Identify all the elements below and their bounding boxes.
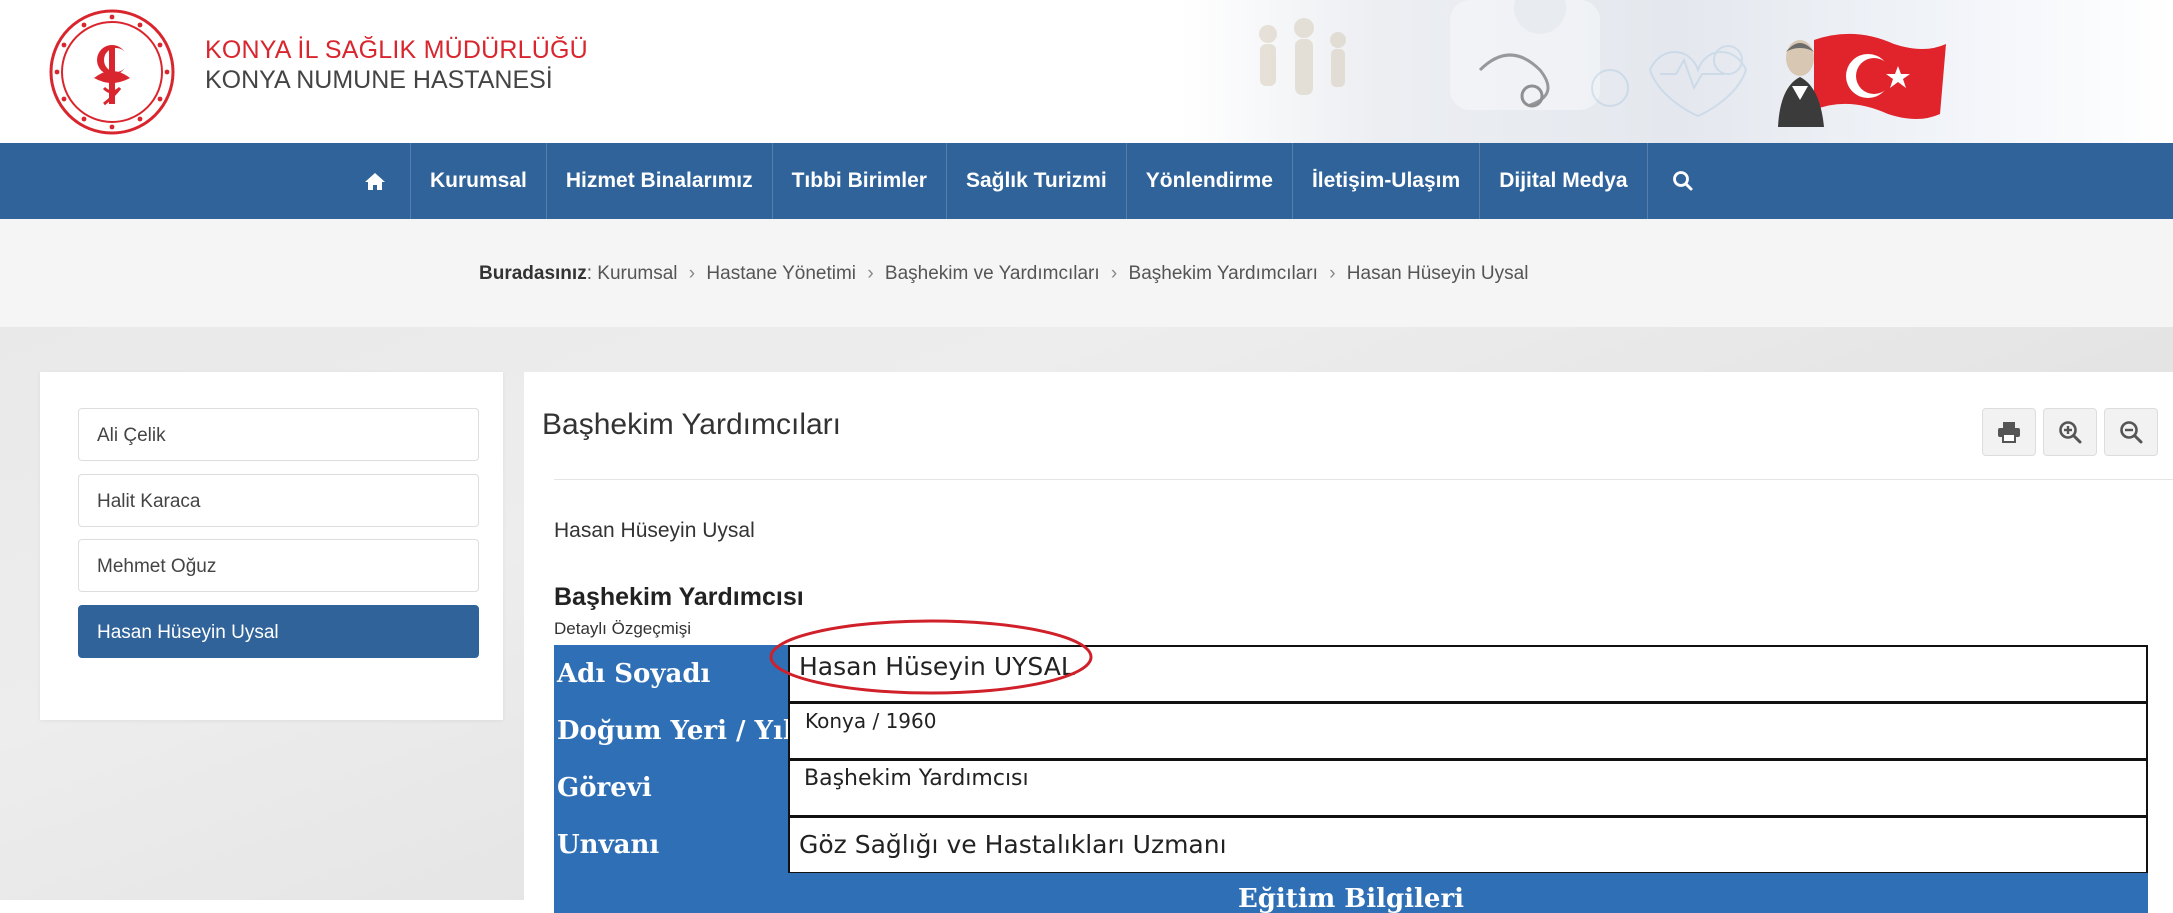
ministry-logo[interactable] (48, 8, 176, 136)
person-name: Hasan Hüseyin Uysal (554, 519, 755, 542)
header-banner-image (1180, 0, 2173, 143)
role-heading: Başhekim Yardımcısı (554, 583, 804, 611)
chevron-right-icon: › (688, 263, 696, 284)
print-button[interactable] (1982, 408, 2036, 456)
ataturk-flag-image (1778, 33, 1946, 127)
nav-item-iletisim-ulasim[interactable]: İletişim-Ulaşım (1293, 143, 1481, 219)
row-key-birth: Doğum Yeri / Yılı (554, 702, 788, 760)
table-row: Doğum Yeri / Yılı Konya / 1960 (554, 702, 2148, 760)
zoom-out-button[interactable] (2104, 408, 2158, 456)
zoom-out-icon (2120, 421, 2143, 444)
zoom-in-icon (2059, 421, 2082, 444)
nav-items: Kurumsal Hizmet Binalarımız Tıbbi Biriml… (340, 143, 1718, 219)
breadcrumb-item[interactable]: Kurumsal (597, 263, 677, 284)
banner-illustration (1259, 0, 1748, 118)
row-key-title: Unvanı (554, 816, 788, 874)
nav-item-saglik-turizmi[interactable]: Sağlık Turizmi (947, 143, 1127, 219)
row-value-birth: Konya / 1960 (788, 702, 2148, 760)
nav-item-yonlendirme[interactable]: Yönlendirme (1127, 143, 1293, 219)
org-name-secondary: KONYA NUMUNE HASTANESİ (205, 66, 553, 94)
sidebar-item-mehmet-oguz[interactable]: Mehmet Oğuz (78, 539, 479, 592)
org-name-primary: KONYA İL SAĞLIK MÜDÜRLÜĞÜ (205, 36, 588, 64)
main-nav: Kurumsal Hizmet Binalarımız Tıbbi Biriml… (0, 143, 2173, 219)
table-row: Unvanı Göz Sağlığı ve Hastalıkları Uzman… (554, 816, 2148, 874)
zoom-in-button[interactable] (2043, 408, 2097, 456)
chevron-right-icon: › (867, 263, 874, 284)
nav-search[interactable] (1648, 143, 1718, 219)
breadcrumb-item[interactable]: Başhekim ve Yardımcıları (885, 263, 1100, 284)
breadcrumb-item[interactable]: Hastane Yönetimi (706, 263, 856, 284)
print-icon (1998, 422, 2020, 443)
breadcrumb-item-current: Hasan Hüseyin Uysal (1346, 263, 1529, 284)
education-heading: Eğitim Bilgileri (554, 873, 2148, 913)
breadcrumb: Buradasınız: Kurumsal › Hastane Yönetimi… (479, 263, 1529, 284)
site-header: KONYA İL SAĞLIK MÜDÜRLÜĞÜ KONYA NUMUNE H… (0, 0, 2173, 143)
home-icon (365, 173, 385, 190)
row-key-duty: Görevi (554, 759, 788, 817)
search-icon (1672, 171, 1693, 191)
row-key-name: Adı Soyadı (554, 645, 788, 703)
breadcrumb-item[interactable]: Başhekim Yardımcıları (1129, 263, 1318, 284)
page-title: Başhekim Yardımcıları (542, 408, 841, 441)
row-value-duty: Başhekim Yardımcısı (788, 759, 2148, 817)
chevron-right-icon: › (1110, 263, 1118, 284)
cv-label: Detaylı Özgeçmişi (554, 619, 691, 638)
nav-item-tibbi-birimler[interactable]: Tıbbi Birimler (773, 143, 947, 219)
sidebar-item-hasan-huseyin-uysal[interactable]: Hasan Hüseyin Uysal (78, 605, 479, 658)
sidebar-item-halit-karaca[interactable]: Halit Karaca (78, 474, 479, 527)
chevron-right-icon: › (1329, 263, 1336, 284)
row-value-title: Göz Sağlığı ve Hastalıkları Uzmanı (788, 816, 2148, 874)
sidebar-item-ali-celik[interactable]: Ali Çelik (78, 408, 479, 461)
breadcrumb-prefix: Buradasınız (479, 263, 587, 284)
nav-item-dijital-medya[interactable]: Dijital Medya (1480, 143, 1648, 219)
highlight-ellipse (769, 619, 1093, 695)
title-divider (554, 479, 2173, 480)
nav-item-kurumsal[interactable]: Kurumsal (411, 143, 547, 219)
sidebar: Ali Çelik Halit Karaca Mehmet Oğuz Hasan… (40, 372, 503, 720)
nav-home[interactable] (340, 143, 411, 219)
nav-item-hizmet-binalarimiz[interactable]: Hizmet Binalarımız (547, 143, 773, 219)
table-row: Görevi Başhekim Yardımcısı (554, 759, 2148, 817)
